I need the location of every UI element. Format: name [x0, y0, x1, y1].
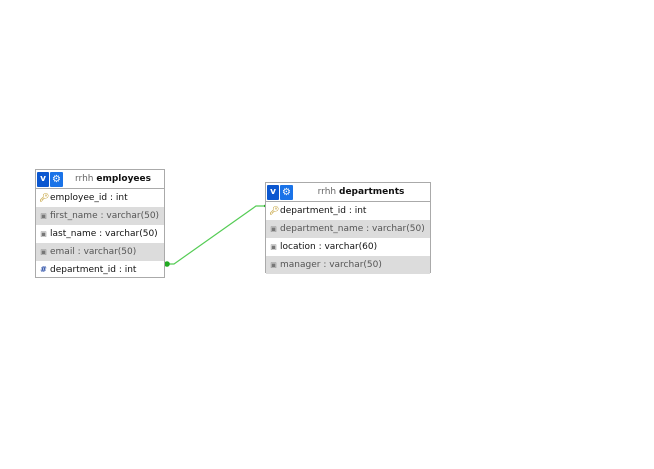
gear-icon[interactable]: ⚙	[280, 184, 293, 200]
relation-endpoint-dot	[164, 261, 170, 267]
column-label: last_name : varchar(50)	[50, 229, 158, 239]
column-row-last-name[interactable]: ▣ last_name : varchar(50)	[36, 225, 164, 243]
column-label: manager : varchar(50)	[280, 260, 382, 270]
column-row-employee-id[interactable]: 🔑︎ employee_id : int	[36, 189, 164, 207]
column-icon: ▣	[40, 248, 47, 256]
table-header[interactable]: v ⚙ rrhh employees	[36, 170, 164, 189]
toggle-columns-button[interactable]: v	[267, 184, 279, 200]
column-icon: ▣	[40, 212, 47, 220]
column-row-first-name[interactable]: ▣ first_name : varchar(50)	[36, 207, 164, 225]
column-label: department_name : varchar(50)	[280, 224, 425, 234]
column-icon: ▣	[270, 225, 277, 233]
table-db-name: rrhh	[75, 174, 94, 184]
column-row-location[interactable]: ▣ location : varchar(60)	[266, 238, 430, 256]
column-row-department-id[interactable]: 🔑︎ department_id : int	[266, 202, 430, 220]
key-icon: 🔑︎	[39, 193, 50, 202]
table-departments[interactable]: v ⚙ rrhh departments 🔑︎ department_id : …	[265, 182, 431, 274]
column-label: department_id : int	[50, 265, 137, 275]
column-label: first_name : varchar(50)	[50, 211, 160, 221]
column-row-email[interactable]: ▣ email : varchar(50)	[36, 243, 164, 261]
column-icon: ▣	[270, 261, 277, 269]
relation-line	[167, 205, 265, 265]
column-label: department_id : int	[280, 206, 367, 216]
key-icon: 🔑︎	[269, 206, 280, 215]
column-row-department-id[interactable]: # department_id : int	[36, 261, 164, 279]
table-employees[interactable]: v ⚙ rrhh employees 🔑︎ employee_id : int …	[35, 169, 165, 278]
table-name: employees	[96, 174, 151, 184]
column-label: email : varchar(50)	[50, 247, 137, 257]
column-label: location : varchar(60)	[280, 242, 378, 252]
table-db-name: rrhh	[317, 187, 337, 197]
column-icon: ▣	[270, 243, 277, 251]
gear-icon[interactable]: ⚙	[50, 171, 63, 187]
table-header[interactable]: v ⚙ rrhh departments	[266, 183, 430, 202]
index-icon: #	[40, 265, 47, 274]
column-row-manager[interactable]: ▣ manager : varchar(50)	[266, 256, 430, 274]
column-label: employee_id : int	[50, 193, 128, 203]
table-title: rrhh departments	[294, 187, 428, 197]
table-name: departments	[339, 187, 405, 197]
column-row-department-name[interactable]: ▣ department_name : varchar(50)	[266, 220, 430, 238]
column-icon: ▣	[40, 230, 47, 238]
toggle-columns-button[interactable]: v	[37, 171, 49, 187]
table-title: rrhh employees	[64, 174, 162, 184]
